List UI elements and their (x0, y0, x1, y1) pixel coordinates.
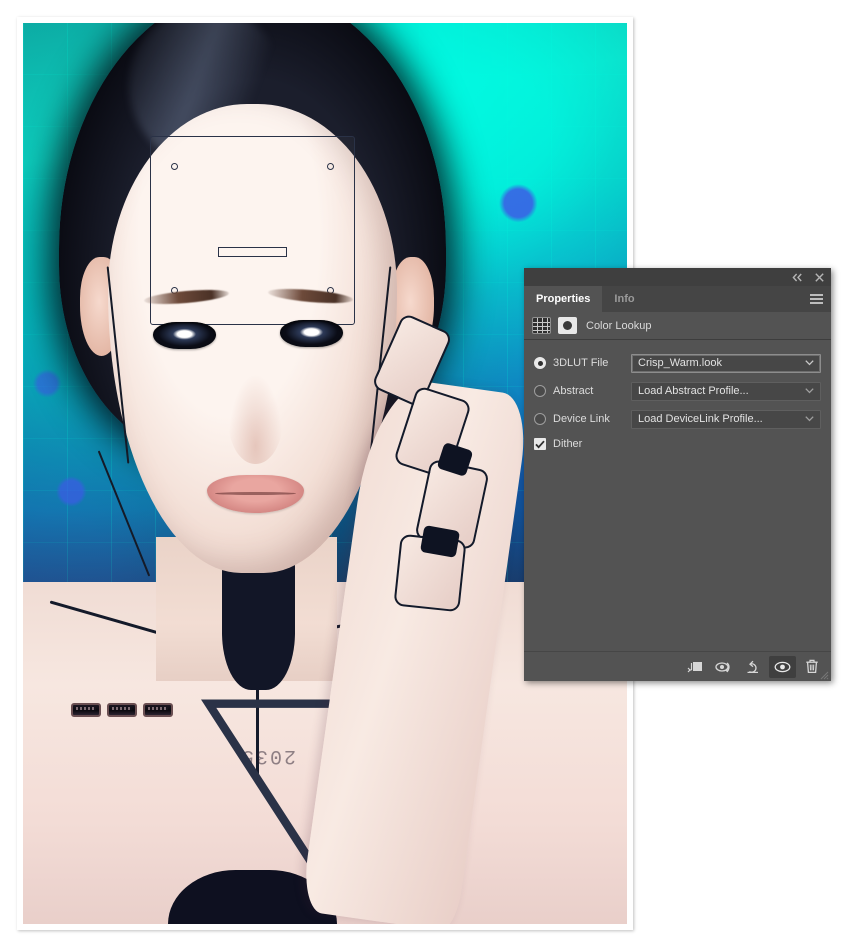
clip-to-layer-button[interactable] (682, 656, 709, 678)
option-row-abstract: Abstract Load Abstract Profile... (534, 380, 821, 402)
screenshot-root: 2035 Properties Info Color Lookup 3DLUT … (0, 0, 850, 944)
eye-left (152, 322, 217, 350)
plate-screw (326, 162, 334, 170)
option-row-device-link: Device Link Load DeviceLink Profile... (534, 408, 821, 430)
panel-resize-handle[interactable] (820, 671, 829, 680)
checkbox-dither[interactable] (534, 438, 546, 450)
eye-right (279, 320, 344, 348)
panel-body: 3DLUT File Crisp_Warm.look Abstract Load… (524, 340, 831, 453)
dither-row[interactable]: Dither (534, 435, 821, 453)
panel-footer-toolbar (524, 651, 831, 681)
panel-titlebar[interactable] (524, 268, 831, 286)
label-dither: Dither (553, 438, 583, 450)
select-abstract-profile-value: Load Abstract Profile... (638, 385, 749, 397)
finger-joint-dark (419, 524, 460, 558)
option-row-3dlut: 3DLUT File Crisp_Warm.look (534, 352, 821, 374)
plate-screw (171, 162, 179, 170)
select-devicelink-profile[interactable]: Load DeviceLink Profile... (631, 409, 821, 429)
adjustment-title: Color Lookup (586, 319, 652, 332)
radio-abstract[interactable] (534, 385, 546, 397)
toggle-layer-visibility-button[interactable] (769, 655, 796, 678)
label-abstract: Abstract (553, 385, 594, 397)
chevron-down-icon (805, 416, 814, 422)
close-icon[interactable] (815, 272, 824, 282)
radio-device-link[interactable] (534, 413, 546, 425)
select-3dlut-file-value: Crisp_Warm.look (638, 357, 722, 369)
nose (228, 374, 283, 465)
color-lookup-grid-icon (532, 317, 551, 334)
chevron-down-icon (805, 360, 814, 366)
trash-icon (805, 659, 819, 674)
chest-port (143, 703, 174, 718)
tab-info[interactable]: Info (602, 286, 646, 312)
chest-port-array (71, 703, 174, 718)
label-3dlut-file: 3DLUT File (553, 357, 609, 369)
label-device-link: Device Link (553, 413, 610, 425)
layer-mask-icon (558, 317, 577, 334)
tab-properties[interactable]: Properties (524, 286, 603, 312)
tab-info-label: Info (614, 293, 635, 305)
collapse-to-icons-icon[interactable] (792, 273, 803, 282)
reset-adjustment-button[interactable] (740, 656, 767, 678)
properties-panel: Properties Info Color Lookup 3DLUT File … (524, 268, 831, 681)
plate-bar (217, 247, 288, 258)
chest-port (107, 703, 138, 718)
chest-port (71, 703, 102, 718)
select-abstract-profile[interactable]: Load Abstract Profile... (631, 381, 821, 401)
panel-tabstrip: Properties Info (524, 286, 831, 312)
adjustment-header: Color Lookup (524, 312, 831, 340)
eye-icon (774, 661, 791, 673)
select-devicelink-profile-value: Load DeviceLink Profile... (638, 413, 763, 425)
radio-3dlut-file[interactable] (534, 357, 546, 369)
panel-menu-icon (810, 292, 823, 306)
panel-menu-button[interactable] (810, 286, 823, 312)
eye-previous-state-icon (715, 660, 734, 674)
reset-arrow-icon (746, 660, 762, 674)
chevron-down-icon (805, 388, 814, 394)
clip-to-layer-icon (687, 660, 704, 674)
view-previous-state-button[interactable] (711, 656, 738, 678)
tab-properties-label: Properties (536, 293, 591, 305)
select-3dlut-file[interactable]: Crisp_Warm.look (631, 353, 821, 373)
